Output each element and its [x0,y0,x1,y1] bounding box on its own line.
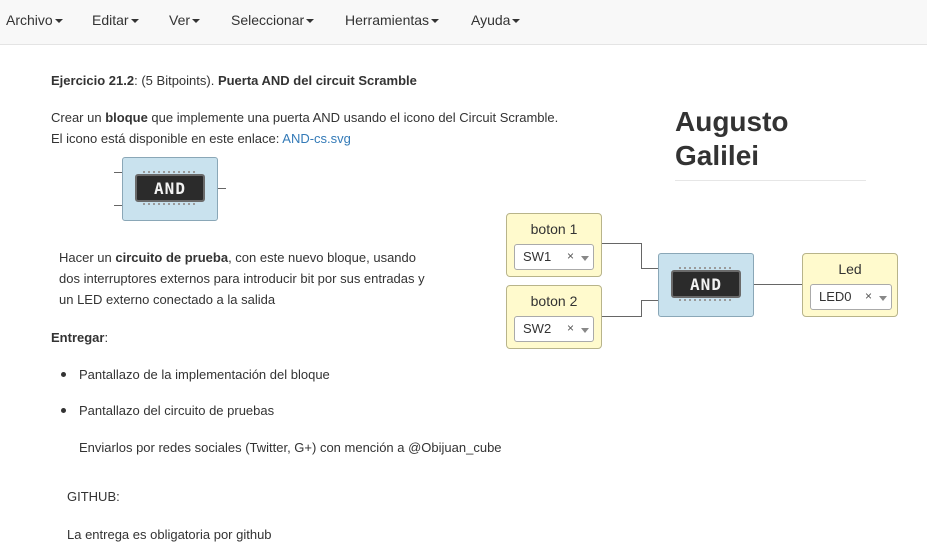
test-circuit-line-1: Hacer un circuito de prueba, con este nu… [59,250,417,265]
menu-seleccionar[interactable]: Seleccionar [231,12,315,28]
send-note: Enviarlos por redes sociales (Twitter, G… [79,440,502,455]
chevron-down-icon[interactable] [581,328,589,333]
sw1-select[interactable]: SW1 × [514,244,594,270]
menu-editar[interactable]: Editar [92,12,139,28]
input-block-boton-2[interactable]: boton 2 SW2 × [506,285,602,349]
instruction-line-2: El icono está disponible en este enlace:… [51,131,351,146]
menu-ver[interactable]: Ver [169,12,201,28]
and-chip-label: AND [154,178,186,198]
wire-sw1-h2 [641,268,658,269]
author-last-name: Galilei [675,140,760,171]
chevron-down-icon [512,19,521,24]
small-input-wire-1 [114,172,122,173]
clear-icon[interactable]: × [865,289,872,303]
small-input-wire-2 [114,205,122,206]
chevron-down-icon [54,19,63,24]
small-output-wire [217,188,226,189]
chevron-down-icon [306,19,315,24]
clear-icon[interactable]: × [567,321,574,335]
input-block-boton-1[interactable]: boton 1 SW1 × [506,213,602,277]
bullet-icon [61,408,66,413]
deliver-heading: Entregar: [51,330,109,345]
output-block-title: Led [838,261,862,277]
wire-sw1-h1 [601,243,642,244]
chevron-down-icon [431,19,440,24]
chevron-down-icon [130,19,139,24]
and-svg-link[interactable]: AND-cs.svg [282,131,351,146]
chevron-down-icon[interactable] [581,256,589,261]
select-value: LED0 [819,289,852,304]
wire-sw2-h2 [641,300,658,301]
input-block-title: boton 2 [530,293,578,309]
wire-sw1-v [641,243,642,268]
author-divider [675,180,866,181]
exercise-title: Ejercicio 21.2: (5 Bitpoints). Puerta AN… [51,73,417,88]
chevron-down-icon[interactable] [879,296,887,301]
deliver-item-1: Pantallazo de la implementación del bloq… [79,367,330,382]
select-value: SW1 [523,249,552,264]
chevron-down-icon [192,19,201,24]
and-chip-icon: AND [671,267,741,301]
test-circuit-line-2: dos interruptores externos para introduc… [59,271,425,286]
and-block[interactable]: AND [658,253,754,317]
menu-bar: Archivo Editar Ver Seleccionar Herramien… [0,0,927,45]
test-circuit-line-3: un LED externo conectado a la salida [59,292,276,307]
clear-icon[interactable]: × [567,249,574,263]
deliver-item-2: Pantallazo del circuito de pruebas [79,403,275,418]
select-value: SW2 [523,321,552,336]
instruction-line-1: Crear un bloque que implemente una puert… [51,110,559,125]
led0-select[interactable]: LED0 × [810,284,892,310]
and-block-icon: AND [122,157,218,221]
menu-herramientas[interactable]: Herramientas [345,12,440,28]
menu-ayuda[interactable]: Ayuda [471,12,521,28]
sw2-select[interactable]: SW2 × [514,316,594,342]
wire-sw2-h1 [601,316,642,317]
github-note: La entrega es obligatoria por github [67,527,272,542]
and-chip-icon: AND [135,171,205,205]
and-chip-label: AND [690,274,722,294]
menu-archivo[interactable]: Archivo [6,12,63,28]
bullet-icon [61,372,66,377]
output-block-led[interactable]: Led LED0 × [802,253,898,317]
github-heading: GITHUB: [67,489,120,504]
wire-sw2-v [641,300,642,317]
input-block-title: boton 1 [530,221,578,237]
wire-out [753,284,802,285]
author-first-name: Augusto [675,106,789,137]
